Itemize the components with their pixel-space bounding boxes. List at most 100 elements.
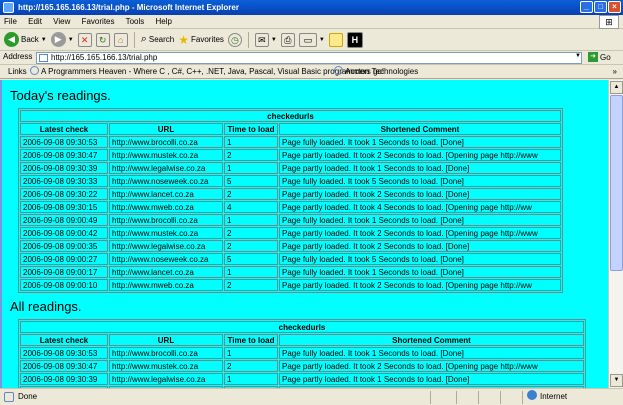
back-arrow-icon: ◀: [4, 32, 19, 47]
cell-comment: Page fully loaded. It took 1 Seconds to …: [279, 136, 561, 148]
cell-latest-check: 2006-09-08 09:00:17: [20, 266, 108, 278]
link-accton[interactable]: Accton Technologies: [334, 65, 418, 79]
scroll-thumb[interactable]: [610, 95, 623, 271]
table-caption: checkedurls: [20, 110, 561, 122]
col-time-to-load: Time to load: [224, 334, 278, 346]
cell-latest-check: 2006-09-08 09:30:39: [20, 373, 108, 385]
scroll-up-arrow-icon[interactable]: ▲: [610, 81, 623, 94]
cell-url: http://www.lancet.co.za: [109, 266, 223, 278]
print-button[interactable]: ⎙: [280, 32, 295, 47]
minimize-button[interactable]: _: [580, 1, 593, 13]
today-heading: Today's readings.: [10, 88, 111, 103]
close-button[interactable]: ×: [608, 1, 621, 13]
zone-indicator: Internet: [527, 389, 567, 405]
menu-file[interactable]: File: [4, 17, 17, 26]
zone-label: Internet: [540, 392, 568, 401]
status-pane-divider: [522, 391, 523, 404]
col-latest-check: Latest check: [20, 334, 108, 346]
table-row: 2006-09-08 09:30:15 http://www.mweb.co.za…: [20, 201, 561, 213]
history-button[interactable]: ◷: [227, 32, 242, 47]
menu-help[interactable]: Help: [156, 17, 172, 26]
back-button[interactable]: ◀ Back ▼: [4, 32, 47, 47]
cell-url: http://www.brocolli.co.za: [109, 347, 223, 359]
maximize-button[interactable]: □: [594, 1, 607, 13]
cell-url: http://www.mustek.co.za: [109, 360, 223, 372]
today-readings-table: checkedurls Latest check URL Time to loa…: [18, 108, 563, 293]
refresh-button[interactable]: ↻: [95, 32, 110, 47]
home-button[interactable]: ⌂: [113, 32, 128, 47]
stop-button[interactable]: ✕: [77, 32, 92, 47]
back-dropdown-icon[interactable]: ▼: [41, 37, 47, 43]
address-bar: Address http://165.165.166.13/trial.php …: [0, 51, 623, 65]
cell-url: http://www.legalwise.co.za: [109, 162, 223, 174]
links-bar: Links A Programmers Heaven - Where C , C…: [0, 65, 623, 79]
cell-time-to-load: 2: [224, 360, 278, 372]
go-arrow-icon: ➔: [588, 52, 598, 62]
cell-time-to-load: 2: [224, 188, 278, 200]
status-pane-divider: [478, 391, 479, 404]
search-button[interactable]: ⌕ Search: [141, 33, 175, 46]
cell-time-to-load: 5: [224, 253, 278, 265]
cell-url: http://www.brocolli.co.za: [109, 136, 223, 148]
table-caption: checkedurls: [20, 321, 584, 333]
cell-latest-check: 2006-09-08 09:00:42: [20, 227, 108, 239]
cell-url: http://www.mustek.co.za: [109, 149, 223, 161]
table-row: 2006-09-08 09:30:39 http://www.legalwise.…: [20, 373, 584, 385]
scroll-down-arrow-icon[interactable]: ▼: [610, 374, 623, 387]
menu-view[interactable]: View: [53, 17, 70, 26]
address-dropdown-icon[interactable]: ▼: [574, 53, 582, 63]
table-row: 2006-09-08 09:30:33http://www.noseweek.c…: [20, 175, 561, 187]
edit-button[interactable]: ▭ ▼: [298, 32, 325, 47]
address-input[interactable]: http://165.165.166.13/trial.php: [36, 52, 582, 64]
status-pane-divider: [430, 391, 431, 404]
cell-time-to-load: 2: [224, 240, 278, 252]
star-icon: ★: [178, 32, 189, 47]
menu-edit[interactable]: Edit: [28, 17, 42, 26]
cell-time-to-load: 1: [224, 266, 278, 278]
cell-url: http://www.legalwise.co.za: [109, 373, 223, 385]
toolbar-separator: [133, 31, 135, 48]
vertical-scrollbar[interactable]: ▲ ▼: [608, 80, 623, 388]
cell-url: http://www.brocolli.co.za: [109, 214, 223, 226]
all-heading: All readings.: [10, 299, 82, 314]
cell-comment: Page partly loaded. It took 2 Seconds to…: [279, 149, 561, 161]
go-button[interactable]: ➔ Go: [588, 52, 611, 62]
today-rows: 2006-09-08 09:30:53 http://www.brocolli.c…: [20, 136, 561, 291]
cell-time-to-load: 2: [224, 149, 278, 161]
cell-latest-check: 2006-09-08 09:00:49: [20, 214, 108, 226]
search-icon: ⌕: [140, 33, 147, 45]
cell-comment: Page fully loaded. It took 1 Seconds to …: [279, 266, 561, 278]
ie-icon: [3, 2, 14, 13]
cell-comment: Page partly loaded. It took 2 Seconds to…: [279, 240, 561, 252]
cell-comment: Page partly loaded. It took 2 Seconds to…: [279, 227, 561, 239]
cell-time-to-load: 5: [224, 175, 278, 187]
h-addon-button[interactable]: H: [346, 31, 363, 48]
search-label: Search: [148, 35, 175, 44]
favorites-button[interactable]: ★ Favorites: [178, 33, 224, 47]
cell-comment: Page fully loaded. It took 5 Seconds to …: [279, 175, 561, 187]
discuss-button[interactable]: [328, 32, 343, 47]
table-row: 2006-09-08 09:00:10 http://www.mweb.co.za…: [20, 279, 561, 291]
forward-dropdown-icon[interactable]: ▼: [68, 37, 74, 43]
menu-favorites[interactable]: Favorites: [82, 17, 115, 26]
table-row: 2006-09-08 09:30:22 http://www.lancet.co.…: [20, 188, 561, 200]
forward-button[interactable]: ▶ ▼: [50, 32, 74, 47]
table-row: 2006-09-08 09:00:49 http://www.brocolli.c…: [20, 214, 561, 226]
toolbar-separator: [247, 31, 249, 48]
status-bar: Done Internet: [0, 388, 623, 405]
edit-page-icon: ▭: [298, 32, 317, 47]
cell-time-to-load: 1: [224, 162, 278, 174]
cell-time-to-load: 1: [224, 347, 278, 359]
links-more-chevron[interactable]: »: [613, 65, 617, 79]
link-programmers-heaven[interactable]: A Programmers Heaven - Where C , C#, C++…: [30, 65, 384, 79]
cell-url: http://www.noseweek.co.za: [109, 175, 223, 187]
cell-latest-check: 2006-09-08 09:30:47: [20, 360, 108, 372]
cell-url: http://www.noseweek.co.za: [109, 253, 223, 265]
mail-button[interactable]: ✉ ▼: [254, 32, 277, 47]
col-shortened-comment: Shortened Comment: [279, 334, 584, 346]
mail-icon: ✉: [254, 32, 269, 47]
status-pane-divider: [500, 391, 501, 404]
menu-tools[interactable]: Tools: [126, 17, 145, 26]
cell-url: http://www.mustek.co.za: [109, 227, 223, 239]
status-pane-divider: [456, 391, 457, 404]
